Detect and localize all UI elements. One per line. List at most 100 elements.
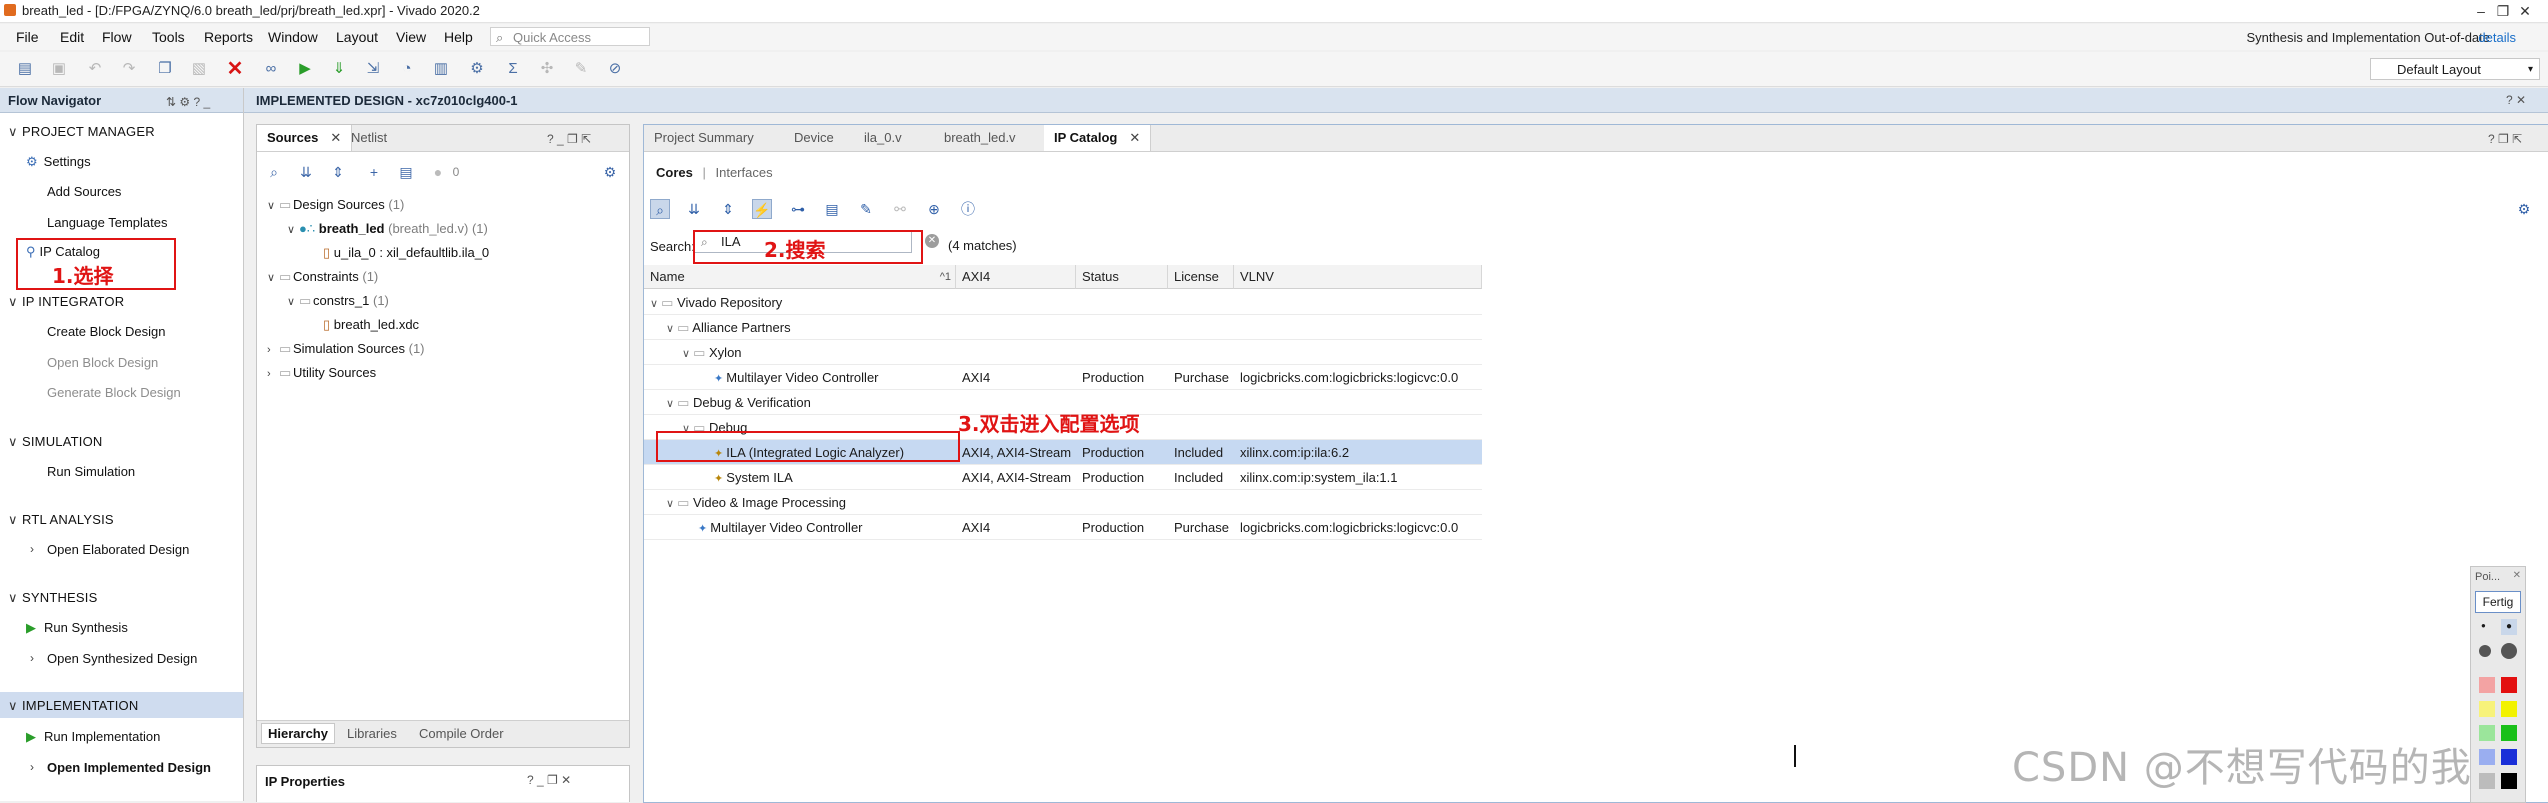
auto-connect-icon[interactable]: ∞ [262,60,280,78]
nav-create-block-design[interactable]: Create Block Design [47,324,166,339]
clear-search-icon[interactable]: ✕ [925,234,939,248]
delete-icon[interactable]: ✕ [226,59,244,79]
search-icon[interactable]: ⌕ [265,163,283,181]
expand-arrow-icon[interactable]: ∨ [650,298,661,310]
menu-layout[interactable]: Layout [336,29,378,45]
subtab-interfaces[interactable]: Interfaces [716,165,773,180]
nav-add-sources[interactable]: Add Sources [47,184,121,199]
tab-netlist[interactable]: Netlist [341,125,397,151]
tree-design-sources[interactable]: ∨ ▭ Design Sources (1) [267,197,404,213]
program-icon[interactable]: ⇓ [330,60,348,78]
tab-ila-0-v[interactable]: ila_0.v [854,125,912,151]
tree-sim-sources[interactable]: › ▭ Simulation Sources (1) [267,341,425,357]
tree-constraints[interactable]: ∨ ▭ Constraints (1) [267,269,378,285]
swatch-red[interactable] [2501,677,2517,693]
cancel-icon[interactable]: ⊘ [606,60,624,78]
panel-controls-icon[interactable]: ⇅ ⚙ ? _ [166,95,210,109]
subtab-cores[interactable]: Cores [656,165,693,180]
panel-window-controls-icon[interactable]: ? _ ❐ ⇱ [547,132,591,146]
menu-reports[interactable]: Reports [204,29,253,45]
gear-icon[interactable]: ⚙ [601,163,619,181]
tab-libraries[interactable]: Libraries [347,726,397,741]
panel-window-controls-icon[interactable]: ? _ ❐ ✕ [527,773,571,787]
tab-ip-catalog[interactable]: IP Catalog ✕ [1044,125,1152,151]
hierarchy-icon[interactable]: ⊶ [788,199,808,219]
fertig-button[interactable]: Fertig [2475,591,2521,613]
nav-run-simulation[interactable]: Run Simulation [47,464,135,479]
tab-breath-led-v[interactable]: breath_led.v [934,125,1026,151]
expand-arrow-icon[interactable]: › [30,651,34,665]
close-icon[interactable]: ✕ [2513,570,2521,581]
expand-all-icon[interactable]: ⇕ [718,199,738,219]
expand-arrow-icon[interactable]: › [30,542,34,556]
expand-all-icon[interactable]: ⇕ [329,163,347,181]
save-icon[interactable]: ▣ [50,60,68,78]
swatch-light-green[interactable] [2479,725,2495,741]
medium-dot-icon[interactable]: ● [2501,619,2517,635]
menu-view[interactable]: View [396,29,426,45]
filter-icon[interactable]: ⚡ [752,199,772,219]
expand-arrow-icon[interactable]: ∨ [682,348,693,360]
undo-icon[interactable]: ↶ [86,60,104,78]
tab-hierarchy[interactable]: Hierarchy [261,723,335,744]
add-icon[interactable]: + [365,163,383,181]
nav-open-synthesized-design[interactable]: Open Synthesized Design [47,651,197,666]
large-dot-icon[interactable] [2479,645,2491,657]
collapse-all-icon[interactable]: ⇊ [684,199,704,219]
catalog-row[interactable]: ✦ System ILA AXI4, AXI4-Stream Production I… [644,465,1482,490]
close-icon[interactable]: ✕ [1129,130,1140,145]
swatch-light-blue[interactable] [2479,749,2495,765]
sigma-icon[interactable]: Σ [504,60,522,78]
tab-project-summary[interactable]: Project Summary [644,125,764,151]
swatch-light-yellow[interactable] [2479,701,2495,717]
menu-window[interactable]: Window [268,29,318,45]
section-ip-integrator[interactable]: ∨ IP INTEGRATOR [8,294,124,310]
paste-icon[interactable]: ▧ [190,60,208,78]
report-icon[interactable]: ▥ [432,60,450,78]
run-icon[interactable]: ▶ [296,60,314,78]
timer-icon[interactable]: ◔ [398,60,416,78]
nav-generate-block-design[interactable]: Generate Block Design [47,385,181,400]
column-name[interactable]: Name ^1 [644,265,956,289]
column-license[interactable]: License [1168,265,1234,289]
wrench-icon[interactable]: ✎ [856,199,876,219]
debug-icon[interactable]: ✣ [538,60,556,78]
details-link[interactable]: details [2478,30,2516,45]
open-project-icon[interactable]: ▤ [16,60,34,78]
section-project-manager[interactable]: ∨ PROJECT MANAGER [8,124,155,140]
nav-open-block-design[interactable]: Open Block Design [47,355,158,370]
nav-settings[interactable]: ⚙ Settings [26,154,91,170]
menu-file[interactable]: File [16,29,39,45]
section-synthesis[interactable]: ∨ SYNTHESIS [8,590,97,606]
swatch-light-red[interactable] [2479,677,2495,693]
tree-top-module[interactable]: ∨ ●∴ breath_led (breath_led.v) (1) [287,221,488,237]
section-rtl-analysis[interactable]: ∨ RTL ANALYSIS [8,512,114,528]
expand-arrow-icon[interactable]: ∨ [666,398,677,410]
gear-icon[interactable]: ⚙ [2514,199,2534,219]
file-props-icon[interactable]: ▤ [397,163,415,181]
implement-icon[interactable]: ⇲ [364,60,382,78]
expand-arrow-icon[interactable]: ∨ [666,323,677,335]
column-axi4[interactable]: AXI4 [956,265,1076,289]
section-simulation[interactable]: ∨ SIMULATION [8,434,103,450]
collapse-all-icon[interactable]: ⇊ [297,163,315,181]
copy-icon[interactable]: ❐ [156,60,174,78]
catalog-row[interactable]: ∨ ▭ Vivado Repository [644,290,1482,315]
tree-constrs-1[interactable]: ∨ ▭ constrs_1 (1) [287,293,389,309]
catalog-row[interactable]: ∨ ▭ Alliance Partners [644,315,1482,340]
panel-window-controls-icon[interactable]: ? ❐ ⇱ [2488,132,2522,146]
tree-utility-sources[interactable]: › ▭ Utility Sources [267,365,376,381]
swatch-black[interactable] [2501,773,2517,789]
settings-gear-icon[interactable]: ⚙ [468,60,486,78]
tree-xdc-file[interactable]: ▯ breath_led.xdc [323,317,419,333]
menu-help[interactable]: Help [444,29,473,45]
swatch-gray[interactable] [2479,773,2495,789]
help-close-icon[interactable]: ? ✕ [2506,93,2526,107]
properties-icon[interactable]: ▤ [822,199,842,219]
expand-arrow-icon[interactable]: › [30,760,34,774]
link-icon[interactable]: ⚯ [890,199,910,219]
swatch-yellow[interactable] [2501,701,2517,717]
tab-compile-order[interactable]: Compile Order [419,726,504,741]
small-dot-icon[interactable]: ● [2481,621,2486,630]
menu-flow[interactable]: Flow [102,29,132,45]
